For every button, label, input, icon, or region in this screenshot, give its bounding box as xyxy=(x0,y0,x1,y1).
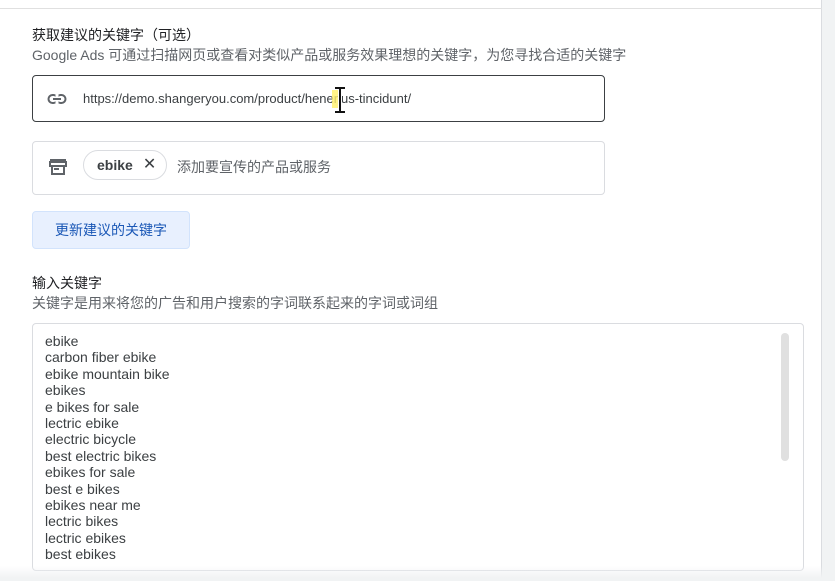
website-url-input[interactable]: https://demo.shangeryou.com/product/hene… xyxy=(32,75,605,122)
keyword-item: ebikes xyxy=(45,382,86,399)
keyword-item: ebikes near me xyxy=(45,497,141,514)
keyword-item: best ebikes xyxy=(45,546,116,563)
link-icon xyxy=(47,90,67,108)
keyword-item: ebike xyxy=(45,333,79,349)
product-chip-label: ebike xyxy=(97,157,133,173)
keyword-item: electric bicycle xyxy=(45,431,137,448)
keyword-item: lectric bikes xyxy=(45,513,119,530)
suggest-title: 获取建议的关键字（可选） xyxy=(32,27,200,43)
product-placeholder: 添加要宣传的产品或服务 xyxy=(177,159,331,175)
refresh-suggestions-button[interactable]: 更新建议的关键字 xyxy=(32,211,190,249)
scrollbar-thumb[interactable] xyxy=(781,333,789,461)
keyword-item: lectric ebike xyxy=(45,415,119,432)
keyword-item: lectric ebikes xyxy=(45,529,126,546)
keyword-item: ebikes for sale xyxy=(45,464,136,481)
keywords-description: 关键字是用来将您的广告和用户搜索的字词联系起来的字词或词组 xyxy=(32,295,438,311)
suggest-description: Google Ads 可通过扫描网页或查看对类似产品或服务效果理想的关键字，为您… xyxy=(32,47,627,63)
keyword-item: e bikes for sale xyxy=(45,398,140,415)
website-url-value: https://demo.shangeryou.com/product/hene… xyxy=(83,91,412,106)
storefront-icon xyxy=(48,157,68,177)
keyword-item: carbon fiber ebike xyxy=(45,349,157,366)
keyword-panel: 获取建议的关键字（可选） Google Ads 可通过扫描网页或查看对类似产品或… xyxy=(0,0,822,581)
product-chip[interactable]: ebike ✕ xyxy=(83,150,168,180)
keyword-item: best electric bikes xyxy=(45,447,157,464)
text-cursor-icon xyxy=(333,86,347,114)
close-icon[interactable]: ✕ xyxy=(143,157,156,173)
bottom-fade xyxy=(0,566,835,581)
keyword-item: ebike mountain bike xyxy=(45,365,170,382)
keywords-title: 输入关键字 xyxy=(32,275,102,291)
product-service-input[interactable]: ebike ✕ 添加要宣传的产品或服务 xyxy=(32,141,605,195)
keyword-item: best e bikes xyxy=(45,480,120,497)
keyword-list: ebike carbon fiber ebike ebike mountain … xyxy=(45,333,170,563)
divider xyxy=(0,8,822,9)
keywords-textarea[interactable]: ebike carbon fiber ebike ebike mountain … xyxy=(32,323,804,571)
